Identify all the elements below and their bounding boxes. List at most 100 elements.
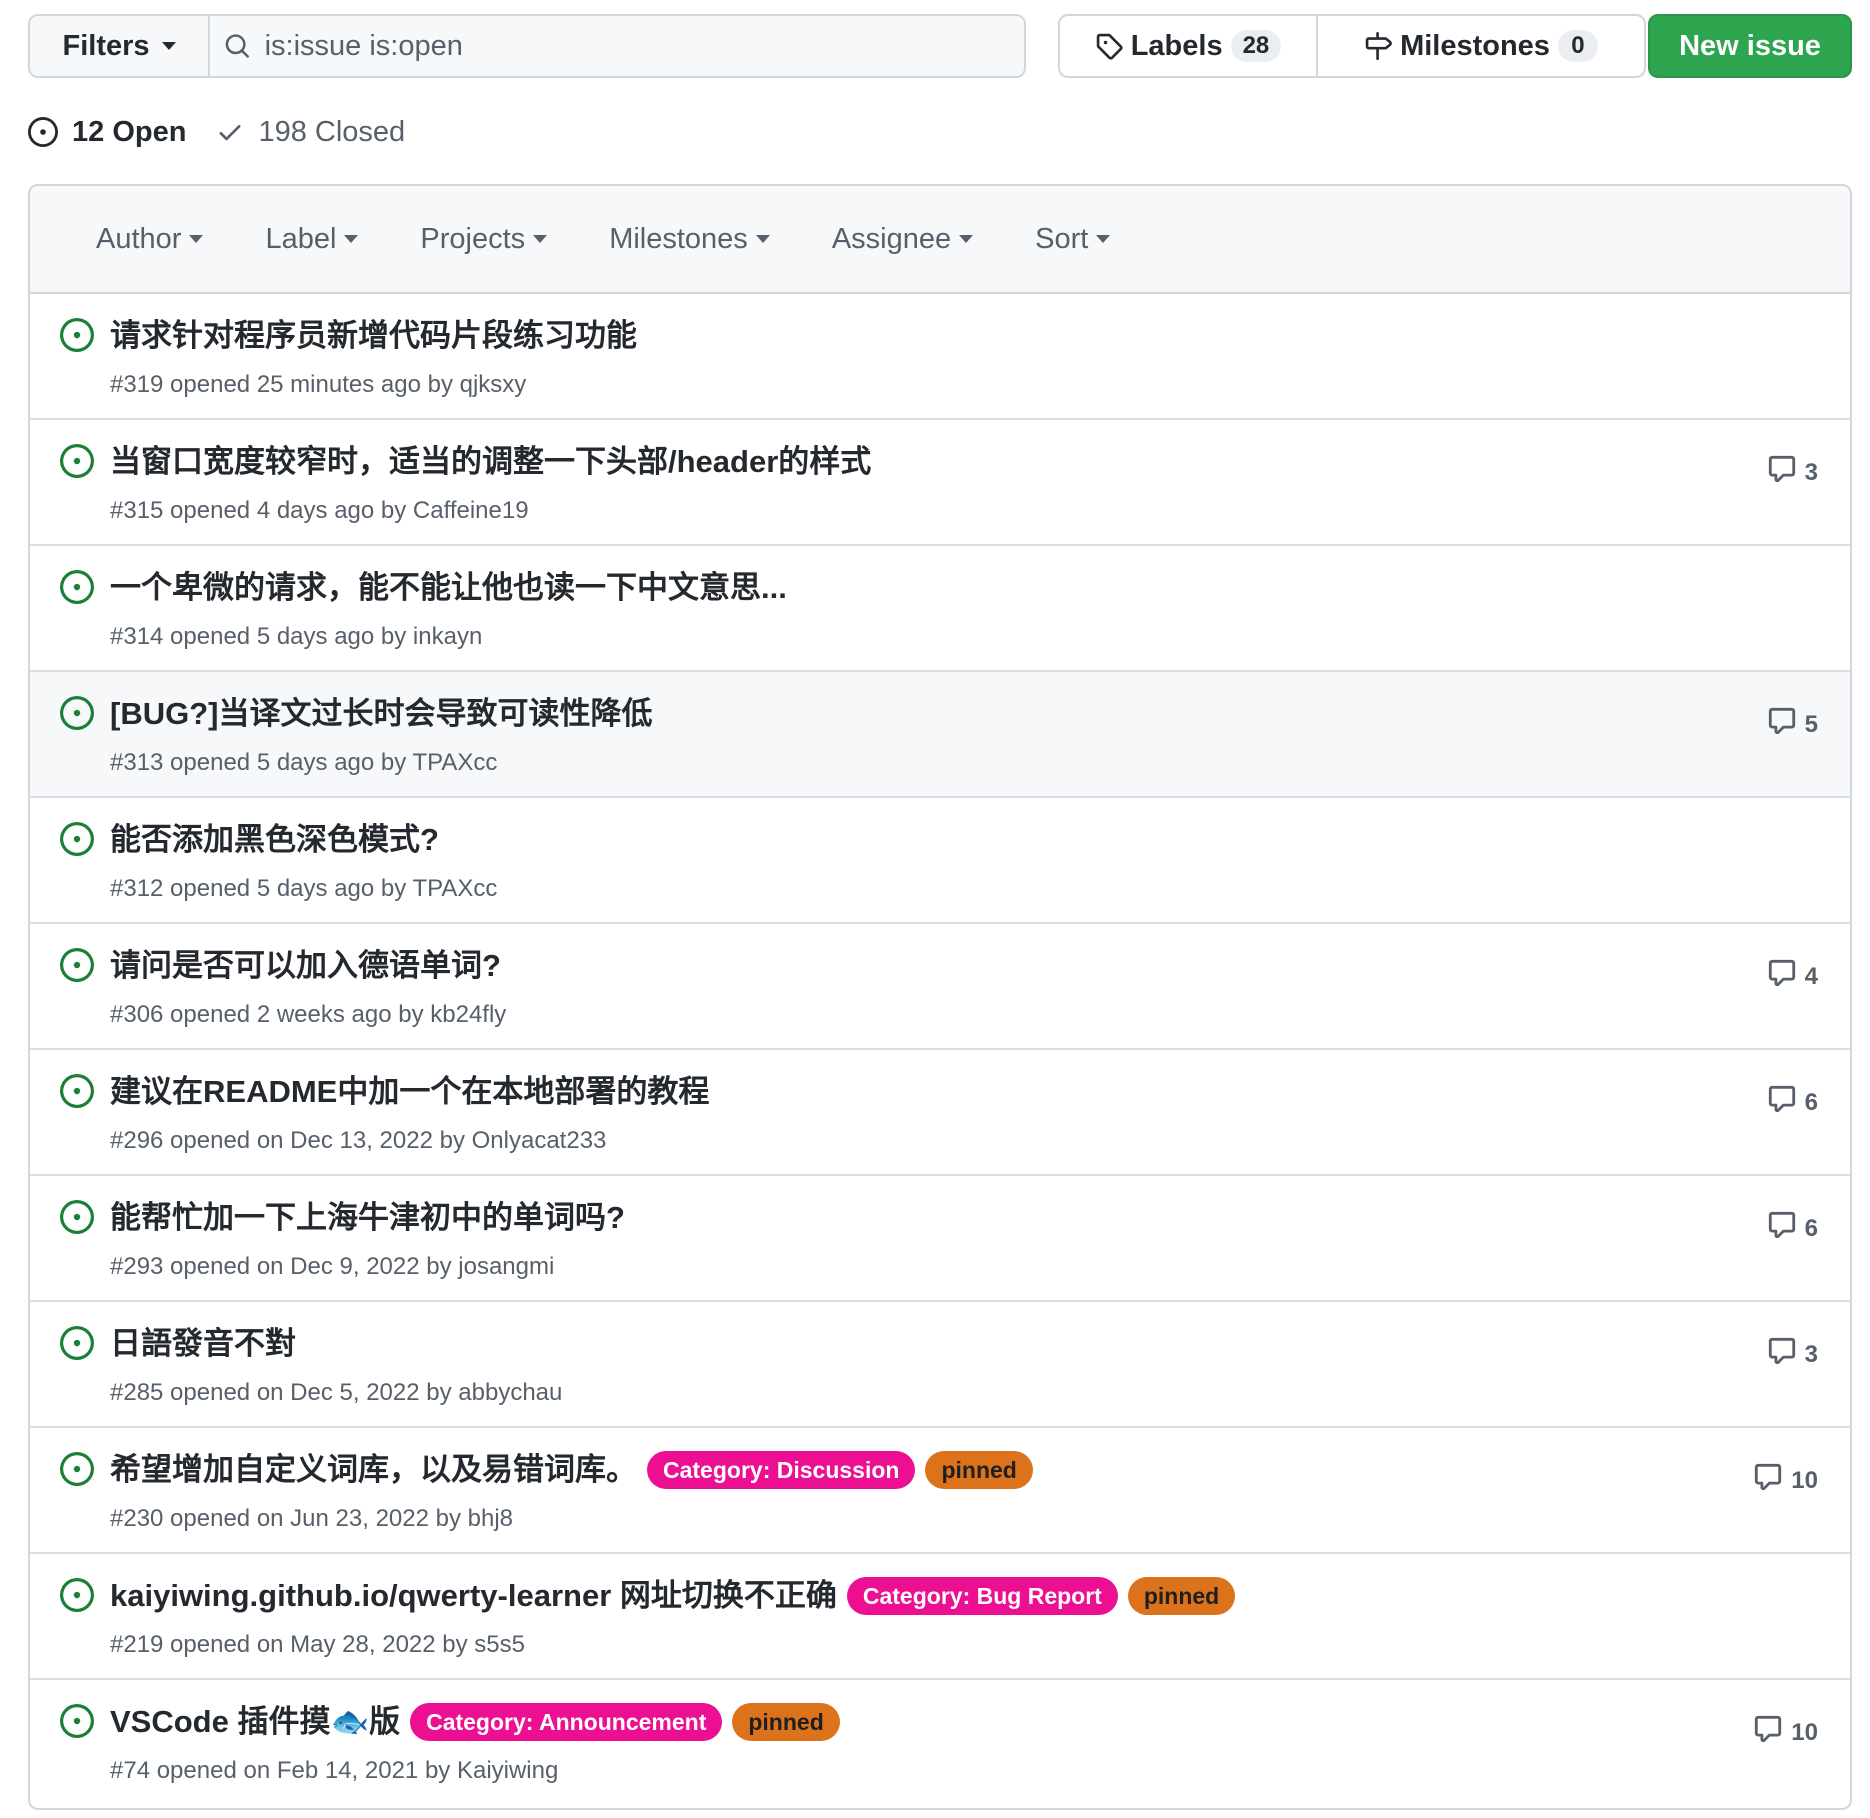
issue-row[interactable]: 日語發音不對 #285 opened on Dec 5, 2022 by abby…	[30, 1302, 1850, 1428]
search-input[interactable]	[264, 29, 1024, 63]
issue-meta: #219 opened on May 28, 2022 by s5s5	[110, 1631, 525, 1658]
comments-link[interactable]: 3	[1767, 1336, 1818, 1373]
comment-icon	[1767, 1336, 1797, 1373]
issue-opened-icon	[60, 696, 94, 730]
issue-row[interactable]: 一个卑微的请求，能不能让他也读一下中文意思... #314 opened 5 da…	[30, 546, 1850, 672]
labels-link[interactable]: Labels 28	[1060, 16, 1318, 76]
issue-row[interactable]: 请求针对程序员新增代码片段练习功能 #319 opened 25 minutes …	[30, 294, 1850, 420]
issue-title-line: 请求针对程序员新增代码片段练习功能	[110, 316, 1710, 356]
issue-title-link[interactable]: 能帮忙加一下上海牛津初中的单词吗?	[110, 1198, 625, 1238]
new-issue-button[interactable]: New issue	[1648, 14, 1852, 78]
issue-row[interactable]: 建议在README中加一个在本地部署的教程 #296 opened on Dec …	[30, 1050, 1850, 1176]
issue-meta: #296 opened on Dec 13, 2022 by Onlyacat2…	[110, 1127, 607, 1154]
pinned-label[interactable]: pinned	[925, 1451, 1033, 1489]
issue-content: 建议在README中加一个在本地部署的教程 #296 opened on Dec …	[110, 1072, 1710, 1156]
issue-content: kaiyiwing.github.io/qwerty-learner 网址切换不…	[110, 1576, 1710, 1660]
issue-row[interactable]: 希望增加自定义词库，以及易错词库。 Category: Discussion pin…	[30, 1428, 1850, 1554]
issue-rows: 请求针对程序员新增代码片段练习功能 #319 opened 25 minutes …	[30, 294, 1850, 1806]
issue-opened-icon	[60, 948, 94, 982]
issue-row[interactable]: VSCode 插件摸🐟版 Category: Announcement pinned…	[30, 1680, 1850, 1806]
filter-author-dropdown[interactable]: Author	[96, 223, 204, 256]
issue-row[interactable]: 当窗口宽度较窄时，适当的调整一下头部/header的样式 #315 opened …	[30, 420, 1850, 546]
issue-title-line: 希望增加自定义词库，以及易错词库。 Category: Discussion pin…	[110, 1450, 1710, 1490]
comments-link[interactable]: 6	[1767, 1210, 1818, 1247]
issue-title-link[interactable]: 一个卑微的请求，能不能让他也读一下中文意思...	[110, 568, 787, 608]
issue-opened-icon	[60, 1578, 94, 1612]
comments-link[interactable]: 3	[1767, 454, 1818, 491]
tag-icon	[1096, 33, 1123, 60]
filters-label: Filters	[62, 29, 150, 62]
filter-projects-dropdown[interactable]: Projects	[420, 222, 548, 256]
category-label[interactable]: Category: Discussion	[647, 1451, 916, 1489]
issue-opened-icon	[60, 570, 94, 604]
filter-dropdown-label: Assignee	[831, 222, 952, 255]
issue-row[interactable]: kaiyiwing.github.io/qwerty-learner 网址切换不…	[30, 1554, 1850, 1680]
issue-title-link[interactable]: 希望增加自定义词库，以及易错词库。	[110, 1450, 637, 1490]
issue-content: 请求针对程序员新增代码片段练习功能 #319 opened 25 minutes …	[110, 316, 1710, 400]
filter-assignee-dropdown[interactable]: Assignee	[831, 222, 974, 256]
comments-link[interactable]: 10	[1753, 1714, 1818, 1751]
issues-list: Author Label Projects Milestones Assignee Sor…	[28, 184, 1852, 1810]
issue-content: [BUG?]当译文过长时会导致可读性降低 #313 opened 5 days a…	[110, 694, 1710, 778]
comment-icon	[1767, 454, 1797, 491]
comment-icon	[1767, 1210, 1797, 1247]
milestone-icon	[1365, 32, 1392, 60]
issue-title-link[interactable]: kaiyiwing.github.io/qwerty-learner 网址切换不…	[110, 1576, 837, 1616]
milestones-count-badge: 0	[1557, 30, 1598, 62]
issue-search-field[interactable]	[210, 16, 1024, 76]
issue-title-link[interactable]: 日語發音不對	[110, 1324, 296, 1364]
comment-count: 10	[1791, 1718, 1818, 1746]
issue-row[interactable]: 能帮忙加一下上海牛津初中的单词吗? #293 opened on Dec 9, 2…	[30, 1176, 1850, 1302]
comments-link[interactable]: 10	[1753, 1462, 1818, 1499]
issue-title-line: [BUG?]当译文过长时会导致可读性降低	[110, 694, 1710, 734]
category-label[interactable]: Category: Bug Report	[846, 1577, 1118, 1615]
filter-sort-dropdown[interactable]: Sort	[1035, 222, 1111, 256]
issue-meta: #230 opened on Jun 23, 2022 by bhj8	[110, 1505, 514, 1532]
issue-row[interactable]: 请问是否可以加入德语单词? #306 opened 2 weeks ago by …	[30, 924, 1850, 1050]
comment-count: 3	[1804, 458, 1818, 486]
open-issues-link[interactable]: 12 Open	[28, 116, 186, 149]
comments-link[interactable]: 6	[1767, 1084, 1818, 1121]
issue-opened-icon	[60, 318, 94, 352]
issue-title-link[interactable]: 能否添加黑色深色模式?	[110, 820, 439, 860]
chevron-down-icon	[189, 235, 204, 243]
issue-opened-icon	[60, 1704, 94, 1738]
pinned-label[interactable]: pinned	[732, 1703, 840, 1741]
issue-title-line: 能否添加黑色深色模式?	[110, 820, 1710, 860]
issue-row[interactable]: 能否添加黑色深色模式? #312 opened 5 days ago by TPA…	[30, 798, 1850, 924]
comments-link[interactable]: 4	[1767, 958, 1818, 995]
comment-icon	[1767, 706, 1797, 743]
comments-link[interactable]: 5	[1767, 706, 1818, 743]
check-icon	[219, 125, 241, 141]
chevron-down-icon	[1096, 235, 1111, 243]
filters-dropdown-button[interactable]: Filters	[30, 16, 210, 76]
search-icon	[225, 34, 249, 58]
issue-meta: #315 opened 4 days ago by Caffeine19	[110, 497, 529, 524]
pinned-label[interactable]: pinned	[1127, 1577, 1236, 1615]
closed-issues-link[interactable]: 198 Closed	[216, 116, 405, 149]
issue-meta: #74 opened on Feb 14, 2021 by Kaiyiwing	[110, 1757, 559, 1784]
issue-content: 一个卑微的请求，能不能让他也读一下中文意思... #314 opened 5 da…	[110, 568, 1710, 652]
issue-title-link[interactable]: 当窗口宽度较窄时，适当的调整一下头部/header的样式	[110, 442, 871, 482]
issue-title-link[interactable]: 建议在README中加一个在本地部署的教程	[110, 1072, 709, 1112]
issue-row[interactable]: [BUG?]当译文过长时会导致可读性降低 #313 opened 5 days a…	[30, 672, 1850, 798]
issue-opened-icon	[60, 1200, 94, 1234]
comment-icon	[1753, 1462, 1783, 1499]
filter-milestones-dropdown[interactable]: Milestones	[609, 223, 770, 256]
milestones-link[interactable]: Milestones 0	[1318, 16, 1644, 76]
comment-icon	[1753, 1714, 1783, 1751]
issue-title-link[interactable]: 请求针对程序员新增代码片段练习功能	[110, 316, 637, 356]
issue-opened-icon	[60, 822, 94, 856]
issue-title-line: 建议在README中加一个在本地部署的教程	[110, 1072, 1710, 1112]
filter-dropdown-label: Sort	[1035, 222, 1089, 255]
issue-title-line: 当窗口宽度较窄时，适当的调整一下头部/header的样式	[110, 442, 1710, 482]
issue-title-link[interactable]: [BUG?]当译文过长时会导致可读性降低	[110, 694, 652, 734]
filter-dropdown-label: Projects	[420, 222, 526, 255]
issue-meta: #319 opened 25 minutes ago by qjksxy	[110, 371, 527, 398]
issue-state-toggle: 12 Open 198 Closed	[28, 112, 405, 152]
issue-title-link[interactable]: 请问是否可以加入德语单词?	[110, 946, 501, 986]
issue-title-link[interactable]: VSCode 插件摸🐟版	[110, 1702, 400, 1742]
category-label[interactable]: Category: Announcement	[410, 1703, 723, 1741]
issue-title-line: kaiyiwing.github.io/qwerty-learner 网址切换不…	[110, 1576, 1710, 1616]
filter-label-dropdown[interactable]: Label	[265, 223, 359, 256]
